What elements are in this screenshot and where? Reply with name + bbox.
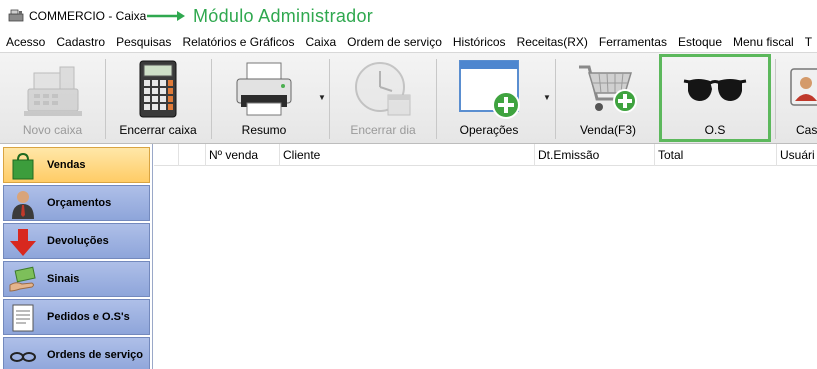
shopping-cart-add-icon bbox=[579, 65, 637, 113]
column-header-cliente[interactable]: Cliente bbox=[279, 144, 534, 166]
sidebar-item-label: Orçamentos bbox=[47, 197, 112, 209]
printer-icon bbox=[236, 62, 292, 116]
sidebar-item-sinais[interactable]: Sinais bbox=[3, 261, 150, 297]
sidebar-item-label: Sinais bbox=[47, 273, 80, 285]
menu-caixa[interactable]: Caixa bbox=[305, 35, 336, 49]
encerrar-dia-label: Encerrar dia bbox=[350, 123, 416, 137]
menu-historicos[interactable]: Históricos bbox=[453, 35, 506, 49]
businessman-icon bbox=[12, 191, 34, 219]
window-title: COMMERCIO - Caixa bbox=[29, 9, 147, 23]
menu-ordem-servico[interactable]: Ordem de serviço bbox=[347, 35, 442, 49]
os-highlight-frame bbox=[659, 54, 771, 142]
sidebar-item-ordens-servico[interactable]: Ordens de serviço bbox=[3, 337, 150, 369]
cash-button[interactable]: Cash bbox=[776, 53, 817, 144]
menu-receitas[interactable]: Receitas(RX) bbox=[517, 35, 588, 49]
encerrar-caixa-button[interactable]: Encerrar caixa bbox=[106, 53, 210, 144]
column-header-total[interactable]: Total bbox=[654, 144, 776, 166]
sidebar-item-pedidos-os[interactable]: Pedidos e O.S's bbox=[3, 299, 150, 335]
menu-cadastro[interactable]: Cadastro bbox=[56, 35, 105, 49]
sidebar-item-orcamentos[interactable]: Orçamentos bbox=[3, 185, 150, 221]
sidebar-item-label: Vendas bbox=[47, 159, 86, 171]
cash-register-icon bbox=[23, 66, 82, 116]
resumo-dropdown-arrow-icon[interactable]: ▼ bbox=[318, 93, 326, 102]
menu-estoque[interactable]: Estoque bbox=[678, 35, 722, 49]
menu-pesquisas[interactable]: Pesquisas bbox=[116, 35, 171, 49]
column-header-usuario[interactable]: Usuári bbox=[776, 144, 817, 166]
menu-menu-fiscal[interactable]: Menu fiscal bbox=[733, 35, 794, 49]
sales-grid[interactable]: Nº venda Cliente Dt.Emissão Total Usuári bbox=[154, 144, 817, 369]
title-bar: COMMERCIO - Caixa Módulo Administrador bbox=[0, 0, 817, 32]
sidebar-item-label: Ordens de serviço bbox=[47, 349, 143, 361]
shopping-bag-icon bbox=[12, 152, 34, 180]
sidebar-item-vendas[interactable]: Vendas bbox=[3, 147, 150, 183]
resumo-label: Resumo bbox=[241, 123, 287, 137]
menu-bar: Acesso Cadastro Pesquisas Relatórios e G… bbox=[0, 32, 817, 52]
menu-truncated[interactable]: T bbox=[805, 35, 812, 49]
red-down-arrow-icon bbox=[10, 229, 36, 256]
menu-relatorios[interactable]: Relatórios e Gráficos bbox=[182, 35, 294, 49]
sidebar-item-label: Devoluções bbox=[47, 235, 109, 247]
column-header-dt-emissao[interactable]: Dt.Emissão bbox=[534, 144, 654, 166]
toolbar: Novo caixa Encerrar caixa Resumo ▼ Encer… bbox=[0, 52, 817, 144]
novo-caixa-label: Novo caixa bbox=[22, 123, 83, 137]
operacoes-dropdown-arrow-icon[interactable]: ▼ bbox=[543, 93, 551, 102]
cash-register-app-icon bbox=[8, 9, 24, 22]
resumo-button[interactable]: Resumo bbox=[212, 53, 316, 144]
module-label: Módulo Administrador bbox=[193, 6, 374, 26]
column-header-numero-venda[interactable]: Nº venda bbox=[205, 144, 279, 166]
operacoes-label: Operações bbox=[459, 123, 519, 137]
sidebar-item-label: Pedidos e O.S's bbox=[47, 311, 130, 323]
cash-label: Cash bbox=[796, 123, 817, 137]
sidebar-item-devolucoes[interactable]: Devoluções bbox=[3, 223, 150, 259]
encerrar-dia-button[interactable]: Encerrar dia bbox=[330, 53, 436, 144]
sidebar: Vendas Orçamentos Devoluções Sinais Pedi… bbox=[0, 144, 153, 369]
id-card-person-icon bbox=[790, 68, 817, 106]
operacoes-button[interactable]: Operações bbox=[437, 53, 541, 144]
glasses-icon bbox=[10, 352, 36, 362]
document-icon bbox=[12, 304, 34, 332]
menu-acesso[interactable]: Acesso bbox=[6, 35, 45, 49]
green-arrow-icon bbox=[147, 11, 185, 21]
menu-ferramentas[interactable]: Ferramentas bbox=[599, 35, 667, 49]
window-add-icon bbox=[459, 60, 520, 119]
clock-calendar-icon bbox=[355, 62, 411, 116]
venda-label: Venda(F3) bbox=[579, 123, 637, 137]
encerrar-caixa-label: Encerrar caixa bbox=[119, 123, 197, 137]
money-hand-icon bbox=[9, 266, 36, 292]
calculator-icon bbox=[139, 60, 177, 118]
venda-button[interactable]: Venda(F3) bbox=[556, 53, 660, 144]
grid-header: Nº venda Cliente Dt.Emissão Total Usuári bbox=[154, 144, 817, 166]
grid-indicator-column bbox=[178, 144, 205, 166]
novo-caixa-button[interactable]: Novo caixa bbox=[0, 53, 105, 144]
